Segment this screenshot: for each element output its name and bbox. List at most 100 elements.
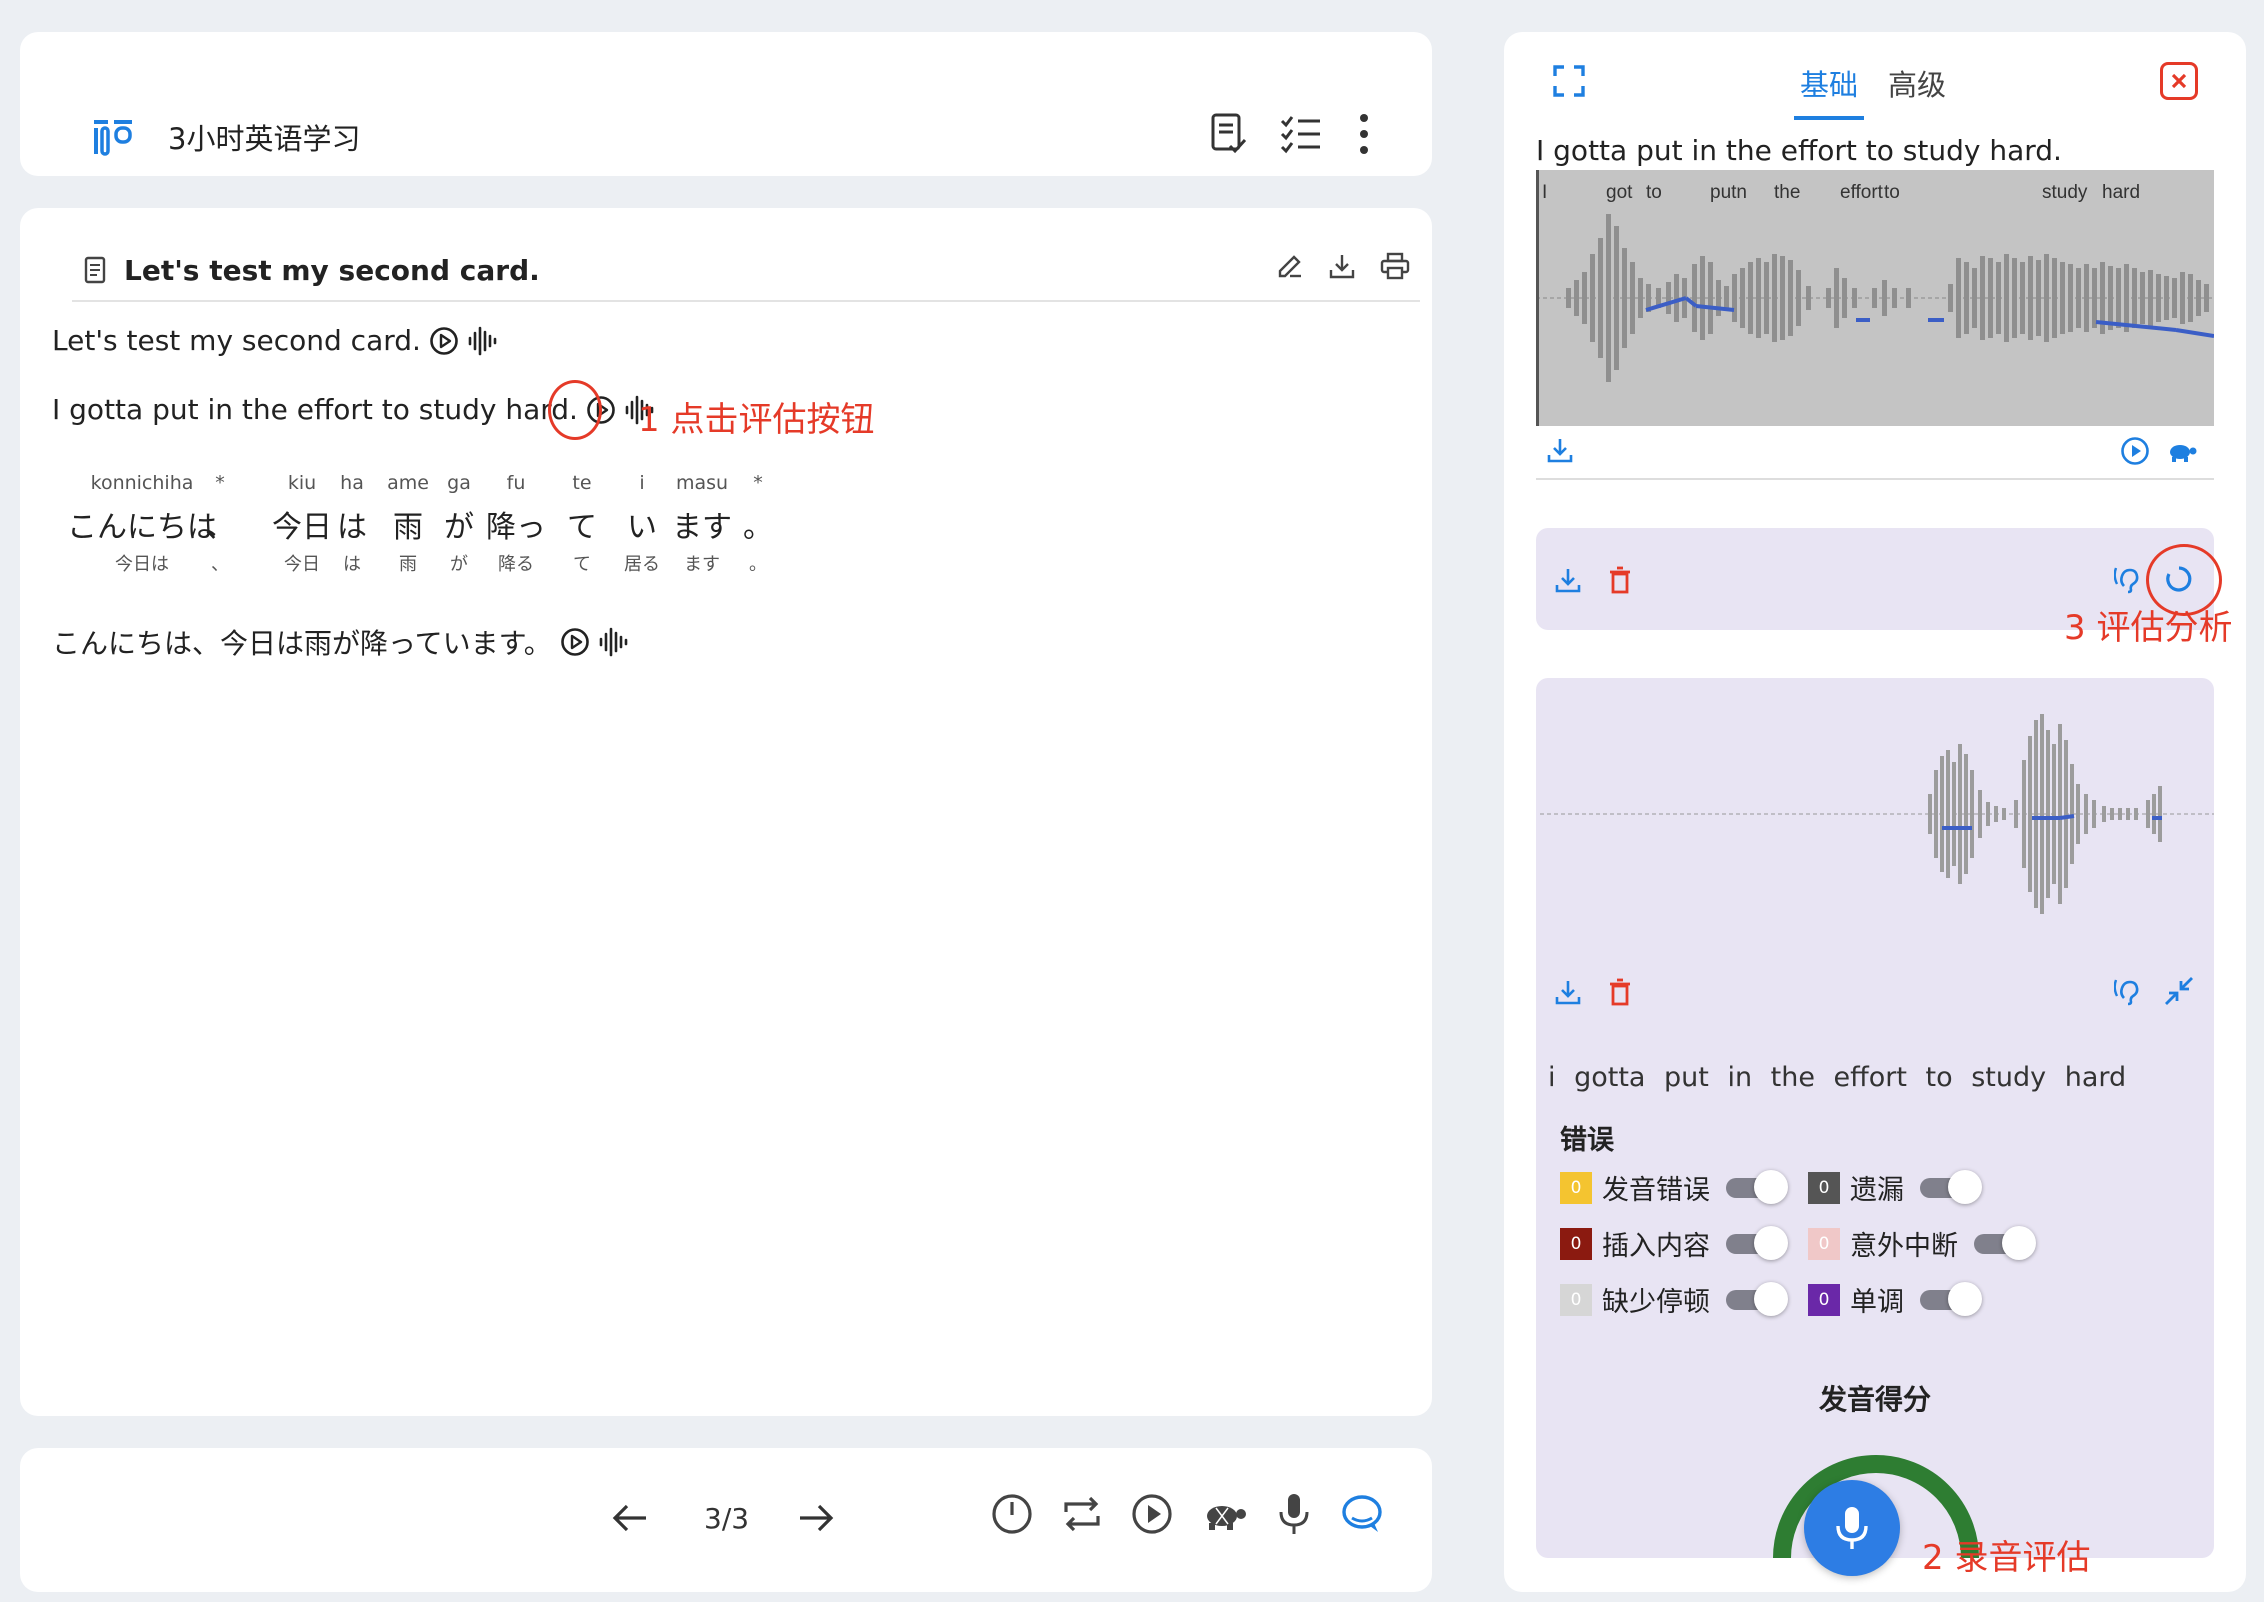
turtle-icon[interactable] <box>2166 438 2198 464</box>
listen-icon[interactable] <box>2114 976 2144 1006</box>
notes-check-icon[interactable] <box>1210 112 1248 156</box>
edit-icon[interactable] <box>1276 252 1304 280</box>
waveform-bar <box>2046 730 2050 898</box>
waveform-icon[interactable] <box>467 326 499 356</box>
record-mic-button[interactable] <box>1804 1480 1900 1576</box>
waveform-bar <box>1980 256 1985 340</box>
waveform-bar <box>2020 262 2025 334</box>
waveform-bar <box>1946 750 1950 878</box>
error-label: 插入内容 <box>1602 1231 1710 1262</box>
waveform-word: got <box>1606 182 1633 203</box>
play-circle-icon[interactable] <box>560 627 590 657</box>
chat-icon[interactable] <box>1340 1492 1384 1536</box>
waveform-bar <box>1978 790 1982 838</box>
error-toggle[interactable] <box>1726 1169 1788 1204</box>
download-icon[interactable] <box>1554 978 1582 1006</box>
trash-icon[interactable] <box>1608 566 1632 594</box>
waveform-bar <box>2158 786 2162 842</box>
play-circle-icon[interactable] <box>2120 436 2150 466</box>
waveform-bar <box>1788 260 1793 336</box>
waveform-bar <box>1598 238 1603 358</box>
waveform-bar <box>2118 808 2122 820</box>
waveform-bar <box>1614 226 1619 370</box>
listen-icon[interactable] <box>2114 564 2144 594</box>
waveform-bar <box>1724 286 1729 310</box>
app-title: 3小时英语学习 <box>168 122 361 156</box>
waveform-bar <box>1708 262 1713 334</box>
error-toggle[interactable] <box>1726 1281 1788 1316</box>
waveform-bar <box>2070 764 2074 864</box>
waveform-bar <box>1796 270 1801 326</box>
waveform-word: to <box>1646 182 1662 203</box>
waveform-bar <box>1928 794 1932 834</box>
arrow-right-icon[interactable] <box>796 1498 836 1538</box>
error-toggle[interactable] <box>1920 1281 1982 1316</box>
timer-icon[interactable] <box>990 1492 1034 1536</box>
waveform-bar <box>1872 288 1877 308</box>
ruby-bot: 今日は <box>115 554 169 575</box>
tab-1[interactable]: 高级 <box>1882 62 1952 120</box>
download-icon[interactable] <box>1546 436 1574 464</box>
waveform-bar <box>1948 284 1953 312</box>
download-icon[interactable] <box>1554 566 1582 594</box>
waveform-bar <box>2076 784 2080 844</box>
waveform-bar <box>2172 278 2177 318</box>
error-toggle[interactable] <box>1726 1225 1788 1260</box>
ruby-mid: こんにちは <box>67 510 217 545</box>
ruby-bot: 今日 <box>284 554 320 575</box>
waveform-bar <box>2058 724 2062 904</box>
card-title-actions <box>1276 252 1410 280</box>
waveform-bar <box>2126 808 2130 820</box>
ruby-mid: 。 <box>743 510 773 545</box>
repeat-icon[interactable] <box>1060 1492 1104 1536</box>
waveform-icon[interactable] <box>598 627 630 657</box>
ruby-top: ga <box>447 472 471 494</box>
error-toggle[interactable] <box>1920 1169 1982 1204</box>
page-indicator: 3/3 <box>704 1502 750 1535</box>
error-label: 意外中断 <box>1850 1231 1958 1262</box>
reference-waveform[interactable]: Igot to putn the effort to study hard <box>1536 170 2214 426</box>
collapse-icon[interactable] <box>2164 976 2194 1006</box>
ruby-bot: は <box>343 554 361 575</box>
error-type-item: 0 缺少停顿 <box>1560 1280 1788 1319</box>
fullscreen-icon[interactable] <box>1552 64 1586 98</box>
waveform-bar <box>1700 256 1705 340</box>
error-label: 缺少停顿 <box>1602 1287 1710 1318</box>
print-icon[interactable] <box>1380 252 1410 280</box>
trash-icon[interactable] <box>1608 978 1632 1006</box>
waveform-bar <box>1988 258 1993 338</box>
ruby-bot: 居る <box>624 554 660 575</box>
waveform-bar <box>1956 258 1961 338</box>
waveform-bar <box>2044 254 2049 342</box>
ruby-mid: い <box>627 510 657 545</box>
checklist-icon[interactable] <box>1280 112 1322 156</box>
tab-0[interactable]: 基础 <box>1794 62 1865 120</box>
ruby-mid: 雨 <box>393 510 423 545</box>
arrow-left-icon[interactable] <box>610 1498 650 1538</box>
errors-title: 错误 <box>1560 1125 1614 1156</box>
play-circle-icon[interactable] <box>429 326 459 356</box>
waveform-bar <box>2116 268 2121 328</box>
waveform-word: putn <box>1710 182 1747 203</box>
download-icon[interactable] <box>1328 252 1356 280</box>
waveform-bar <box>1834 268 1839 328</box>
close-icon[interactable] <box>2160 62 2198 100</box>
mic-icon[interactable] <box>1274 1492 1314 1536</box>
error-toggle[interactable] <box>1974 1225 2036 1260</box>
ruby-top: ame <box>387 472 429 494</box>
turtle-icon[interactable] <box>1200 1492 1248 1536</box>
waveform-bar <box>1972 268 1977 328</box>
ruby-bot: 、 <box>211 554 229 575</box>
waveform-cursor <box>1536 170 1539 426</box>
more-vert-icon[interactable] <box>1354 112 1374 156</box>
waveform-bar <box>2140 272 2145 324</box>
error-type-item: 0 发音错误 <box>1560 1168 1788 1207</box>
error-count-badge: 0 <box>1808 1227 1840 1260</box>
card-title: Let's test my second card. <box>124 254 540 287</box>
ruby-top: * <box>753 472 763 494</box>
waveform-bar <box>2040 714 2044 914</box>
document-icon <box>84 256 106 284</box>
error-count-badge: 0 <box>1808 1283 1840 1316</box>
annotation-3: 3 评估分析 <box>2064 608 2233 648</box>
play-icon[interactable] <box>1130 1492 1174 1536</box>
